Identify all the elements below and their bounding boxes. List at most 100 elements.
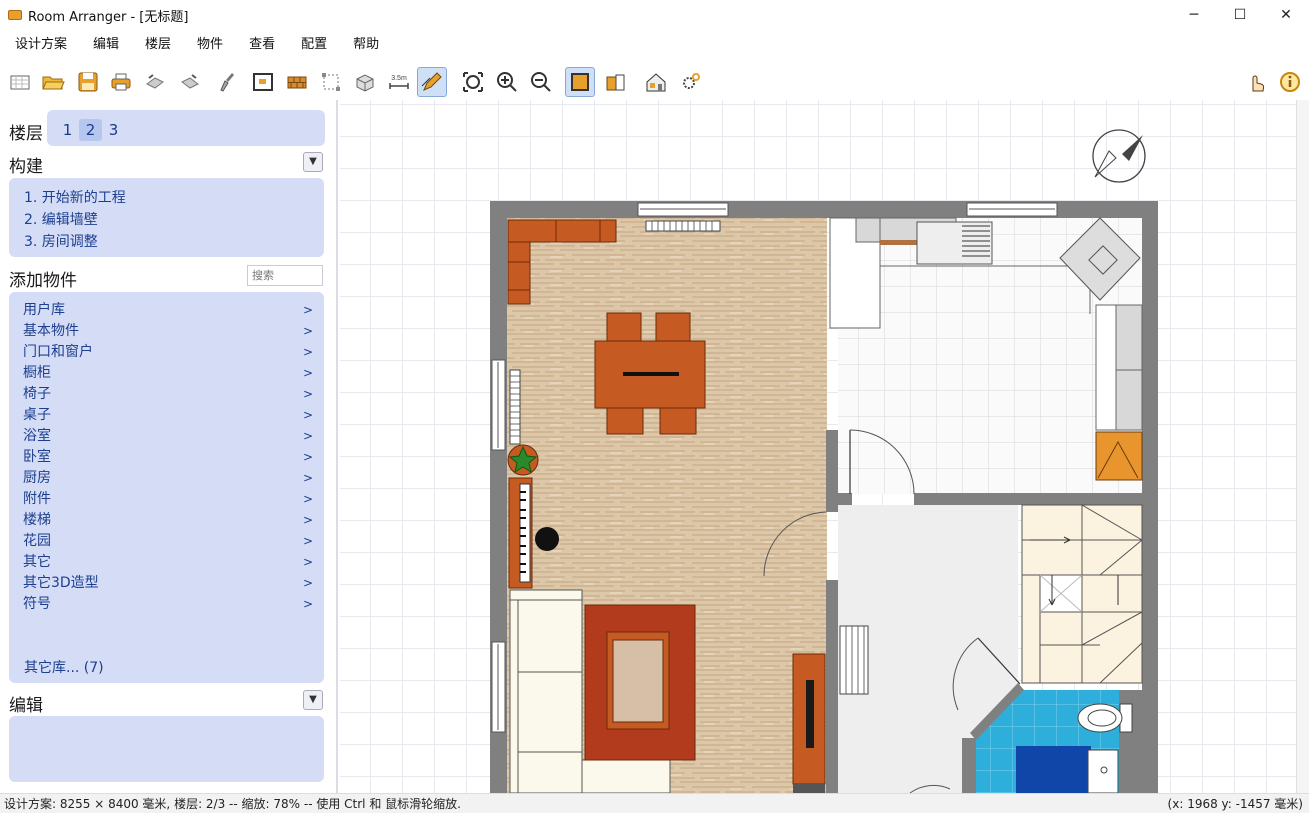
3d-view-icon[interactable] — [600, 67, 630, 97]
chevron-right-icon: > — [302, 534, 313, 548]
category-stairs[interactable]: 楼梯 > — [23, 510, 315, 531]
chevron-right-icon: > — [302, 303, 313, 317]
wall-right — [1142, 201, 1158, 793]
step-edit-walls[interactable]: 2. 编辑墙壁 — [24, 209, 98, 229]
object-search-input[interactable] — [247, 265, 323, 286]
menu-edit[interactable]: 编辑 — [82, 32, 134, 58]
menu-view[interactable]: 查看 — [238, 32, 290, 58]
category-other[interactable]: 其它 > — [23, 552, 315, 573]
brick-wall-icon[interactable] — [282, 67, 312, 97]
title-bar: Room Arranger - [无标题] ─ ☐ ✕ — [0, 0, 1309, 30]
open-icon[interactable] — [38, 67, 68, 97]
menu-help[interactable]: 帮助 — [342, 32, 394, 58]
chevron-right-icon: > — [302, 492, 313, 506]
chevron-right-icon: > — [302, 576, 313, 590]
top-view-box-icon[interactable] — [565, 67, 595, 97]
sink-icon — [1087, 749, 1119, 793]
edit-box — [9, 716, 324, 782]
toilet-icon — [1077, 703, 1133, 733]
chevron-right-icon: > — [302, 597, 313, 611]
step-start-new-project[interactable]: 1. 开始新的工程 — [24, 187, 126, 207]
toolbar: 3.5m — [0, 64, 1309, 100]
menu-bar: 设计方案 编辑 楼层 物件 查看 配置 帮助 — [0, 32, 394, 58]
chevron-right-icon: > — [302, 450, 313, 464]
category-accessories[interactable]: 附件 > — [23, 489, 315, 510]
category-bathroom[interactable]: 浴室 > — [23, 426, 315, 447]
bath-rug — [1016, 746, 1091, 793]
zoom-fit-icon[interactable] — [458, 67, 488, 97]
select-area-icon[interactable] — [316, 67, 346, 97]
floor-1-button[interactable]: 1 — [56, 119, 79, 141]
minimize-button[interactable]: ─ — [1171, 0, 1217, 30]
compass-icon[interactable] — [1092, 129, 1146, 183]
floors-label: 楼层 — [9, 124, 43, 144]
redo-icon[interactable] — [175, 67, 205, 97]
category-doors-windows[interactable]: 门口和窗户 > — [23, 342, 315, 363]
wall-top — [490, 201, 1158, 218]
menu-design[interactable]: 设计方案 — [4, 32, 82, 58]
category-bedroom[interactable]: 卧室 > — [23, 447, 315, 468]
edit-walls-pencil-icon[interactable] — [417, 67, 447, 97]
menu-floor[interactable]: 楼层 — [134, 32, 186, 58]
category-symbols[interactable]: 符号 > — [23, 594, 315, 615]
other-libraries-link[interactable]: 其它库... (7) — [24, 657, 104, 677]
close-button[interactable]: ✕ — [1263, 0, 1309, 30]
menu-settings[interactable]: 配置 — [290, 32, 342, 58]
app-logo-icon — [8, 10, 22, 20]
measure-distance-icon[interactable]: 3.5m — [384, 67, 414, 97]
construct-section-title: 构建 — [9, 157, 43, 177]
chevron-right-icon: > — [302, 408, 313, 422]
tv-cabinet — [792, 653, 826, 793]
chevron-right-icon: > — [302, 366, 313, 380]
print-icon[interactable] — [106, 67, 136, 97]
category-chairs[interactable]: 椅子 > — [23, 384, 315, 405]
category-other-3d-models[interactable]: 其它3D造型 > — [23, 573, 315, 594]
category-garden[interactable]: 花园 > — [23, 531, 315, 552]
category-user-library[interactable]: 用户库 > — [23, 300, 315, 321]
chevron-right-icon: > — [302, 324, 313, 338]
chevron-right-icon: > — [302, 555, 313, 569]
floor-2-button[interactable]: 2 — [79, 119, 102, 141]
status-coordinates: (x: 1968 y: -1457 毫米) — [1167, 797, 1303, 811]
maximize-button[interactable]: ☐ — [1217, 0, 1263, 30]
potted-plant-icon — [507, 444, 539, 476]
step-adjust-rooms[interactable]: 3. 房间调整 — [24, 231, 98, 251]
status-design-info: 设计方案: 8255 × 8400 毫米, 楼层: 2/3 -- 缩放: 78%… — [4, 797, 461, 811]
undo-icon[interactable] — [140, 67, 170, 97]
menu-objects[interactable]: 物件 — [186, 32, 238, 58]
vertical-scrollbar[interactable] — [1296, 100, 1309, 793]
wall-living-hall — [826, 580, 838, 793]
settings-gears-icon[interactable] — [676, 67, 706, 97]
hand-pointer-icon[interactable] — [1241, 67, 1271, 97]
chevron-right-icon: > — [302, 387, 313, 401]
chevron-right-icon: > — [302, 429, 313, 443]
house-3d-icon[interactable] — [641, 67, 671, 97]
wall-bathroom-left — [962, 738, 976, 793]
edit-collapse-button[interactable]: ▼ — [303, 690, 323, 710]
zoom-in-icon[interactable] — [492, 67, 522, 97]
add-objects-section-title: 添加物件 — [9, 271, 77, 291]
category-kitchen[interactable]: 厨房 > — [23, 468, 315, 489]
rug-with-coffee-table — [584, 604, 696, 761]
category-cabinets[interactable]: 橱柜 > — [23, 363, 315, 384]
status-bar: 设计方案: 8255 × 8400 毫米, 楼层: 2/3 -- 缩放: 78%… — [0, 793, 1309, 813]
chevron-right-icon: > — [302, 345, 313, 359]
save-icon[interactable] — [73, 67, 103, 97]
chevron-right-icon: > — [302, 513, 313, 527]
wall-kitchen-hall — [914, 493, 1142, 505]
svg-text:3.5m: 3.5m — [391, 75, 407, 82]
construct-collapse-button[interactable]: ▼ — [303, 152, 323, 172]
floor-3-button[interactable]: 3 — [102, 119, 125, 141]
zoom-out-icon[interactable] — [526, 67, 556, 97]
staircase — [1021, 504, 1143, 684]
design-canvas[interactable] — [340, 100, 1296, 793]
category-basic-objects[interactable]: 基本物件 > — [23, 321, 315, 342]
info-icon[interactable] — [1275, 67, 1305, 97]
floor-plan-icon[interactable] — [248, 67, 278, 97]
edit-section-title: 编辑 — [9, 696, 43, 716]
category-tables[interactable]: 桌子 > — [23, 405, 315, 426]
paint-brush-icon[interactable] — [210, 67, 240, 97]
chevron-right-icon: > — [302, 471, 313, 485]
3d-object-icon[interactable] — [350, 67, 380, 97]
new-project-icon[interactable] — [5, 67, 35, 97]
